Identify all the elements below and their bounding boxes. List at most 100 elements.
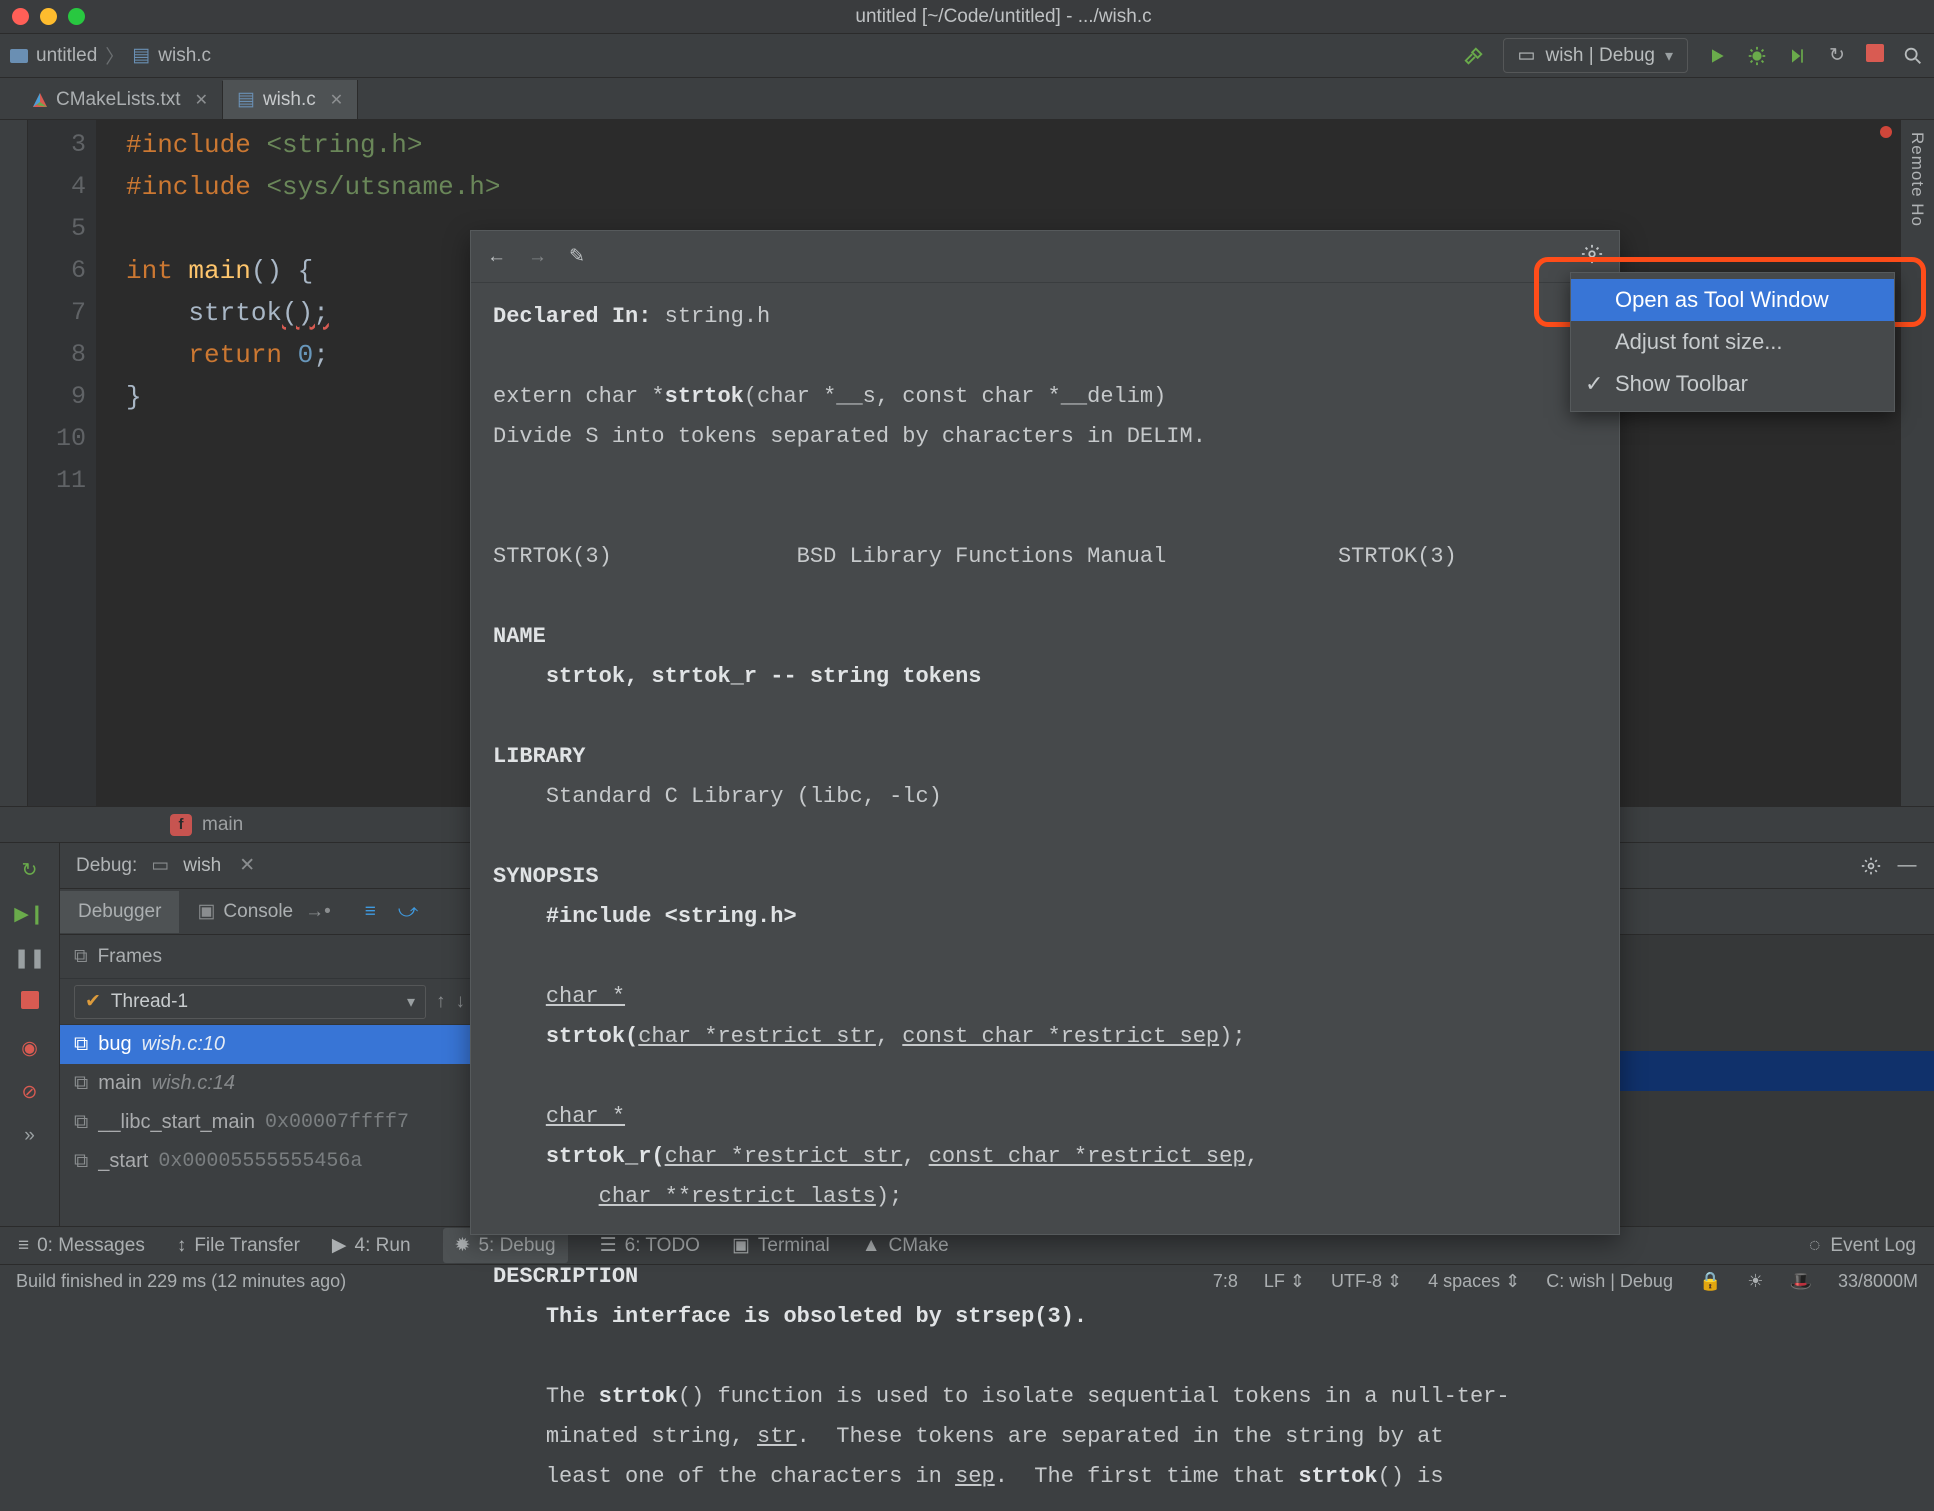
zoom-window-button[interactable] (68, 8, 85, 25)
chevron-down-icon (1665, 45, 1673, 67)
memory-indicator[interactable]: 33/8000M (1838, 1271, 1918, 1292)
chevron-right-icon: 〉 (105, 42, 124, 69)
folder-icon (10, 49, 28, 63)
more-icon[interactable]: » (19, 1125, 41, 1147)
cmake-icon (32, 92, 48, 108)
close-window-button[interactable] (12, 8, 29, 25)
gear-icon[interactable] (1581, 243, 1603, 271)
thread-label: Thread-1 (111, 991, 188, 1013)
profile-icon[interactable]: ↻ (1826, 45, 1848, 67)
documentation-popup: ← → ✎ Declared In: string.h extern char … (470, 230, 1620, 1235)
function-badge-icon: f (170, 814, 192, 836)
frame-row[interactable]: ⧉ bug wish.c:10 (60, 1025, 479, 1064)
hat-icon[interactable]: 🎩 (1790, 1271, 1812, 1292)
right-sidebar: Remote Ho (1900, 120, 1934, 806)
stop-icon[interactable] (1866, 44, 1884, 68)
resume-icon[interactable]: ▶❙ (19, 903, 41, 925)
tab-console[interactable]: ▣Console→• (179, 890, 348, 933)
debug-actions-strip: ↻ ▶❙ ❚❚ ◉ ⊘ » (0, 843, 60, 1226)
step-over-icon[interactable]: ⤻ (398, 901, 418, 923)
mute-breakpoints-icon[interactable]: ⊘ (19, 1081, 41, 1103)
lock-icon[interactable]: 🔒 (1699, 1271, 1721, 1292)
frames-header: ⧉ Frames (60, 935, 479, 979)
frame-icon: ⧉ (74, 1111, 88, 1134)
tab-wishc[interactable]: ▤ wish.c (223, 80, 358, 119)
run-config-label: wish | Debug (1545, 45, 1655, 67)
breadcrumb-function[interactable]: main (202, 814, 243, 836)
run-config-select[interactable]: ▭ wish | Debug (1503, 38, 1688, 73)
run-icon[interactable] (1706, 45, 1728, 67)
rerun-icon[interactable]: ↻ (19, 859, 41, 881)
debug-icon[interactable] (1746, 45, 1768, 67)
frames-icon: ⧉ (74, 946, 88, 968)
pause-icon[interactable]: ❚❚ (19, 947, 41, 969)
check-icon: ✔ (85, 990, 101, 1013)
menu-show-toolbar[interactable]: ✓Show Toolbar (1571, 363, 1894, 405)
frames-label: Frames (98, 946, 162, 968)
tab-debugger[interactable]: Debugger (60, 891, 179, 933)
close-icon[interactable] (195, 90, 208, 110)
window-title: untitled [~/Code/untitled] - .../wish.c (85, 6, 1922, 28)
doc-toolbar: ← → ✎ (471, 231, 1619, 283)
edit-icon[interactable]: ✎ (569, 245, 585, 268)
build-icon[interactable] (1463, 45, 1485, 67)
navigation-bar: untitled 〉 ▤ wish.c ▭ wish | Debug ↻ (0, 34, 1934, 78)
transfer-icon: ↕ (177, 1235, 187, 1257)
frame-row[interactable]: ⧉ main wish.c:14 (60, 1064, 479, 1103)
doc-settings-menu: Open as Tool Window Adjust font size... … (1570, 272, 1895, 412)
frames-panel: ⧉ Frames ✔ Thread-1 ↑ ↓ ⧉ b (60, 935, 480, 1226)
frame-row[interactable]: ⧉ __libc_start_main 0x00007ffff7 (60, 1103, 479, 1142)
play-icon: ▶ (332, 1234, 347, 1257)
left-gutter (0, 120, 28, 806)
titlebar: untitled [~/Code/untitled] - .../wish.c (0, 0, 1934, 34)
list-icon: ≡ (18, 1235, 29, 1257)
editor-tabs: CMakeLists.txt ▤ wish.c (0, 78, 1934, 120)
console-icon: ▣ (197, 900, 215, 923)
hide-icon[interactable]: — (1896, 855, 1918, 877)
breadcrumb-project[interactable]: untitled (36, 45, 97, 67)
target-icon: ▭ (1518, 44, 1536, 67)
tool-event-log[interactable]: Event Log (1830, 1235, 1916, 1257)
tab-cmakelists[interactable]: CMakeLists.txt (18, 81, 223, 119)
frame-list: ⧉ bug wish.c:10 ⧉ main wish.c:14 ⧉ __lib… (60, 1025, 479, 1226)
chevron-down-icon (407, 991, 415, 1013)
prev-frame-icon[interactable]: ↑ (436, 991, 446, 1013)
breadcrumb[interactable]: untitled 〉 ▤ wish.c (10, 42, 211, 69)
minimize-window-button[interactable] (40, 8, 57, 25)
remote-host-tool-button[interactable]: Remote Ho (1907, 132, 1927, 227)
coverage-icon[interactable] (1786, 45, 1808, 67)
menu-open-as-tool-window[interactable]: Open as Tool Window (1571, 279, 1894, 321)
doc-content[interactable]: Declared In: string.h extern char *strto… (471, 283, 1619, 1511)
event-log-icon: ◌ (1809, 1235, 1820, 1257)
forward-icon[interactable]: → (528, 246, 547, 268)
bug-icon: ✹ (455, 1234, 471, 1257)
layout-icon[interactable]: ≡ (365, 901, 376, 923)
next-frame-icon[interactable]: ↓ (456, 991, 466, 1013)
breadcrumb-file[interactable]: wish.c (158, 45, 211, 67)
stop-icon[interactable] (21, 991, 39, 1015)
debug-target: wish (183, 855, 221, 877)
menu-adjust-font-size[interactable]: Adjust font size... (1571, 321, 1894, 363)
frame-row[interactable]: ⧉ _start 0x00005555555456a (60, 1142, 479, 1181)
status-message: Build finished in 229 ms (12 minutes ago… (16, 1271, 346, 1292)
search-icon[interactable] (1902, 45, 1924, 67)
close-icon[interactable] (330, 90, 343, 110)
tab-label: wish.c (263, 89, 316, 111)
frame-icon: ⧉ (74, 1150, 88, 1173)
line-numbers: 3 4 5 ▶6 7 8 9 10 11 (28, 120, 96, 806)
check-icon: ✓ (1585, 371, 1603, 397)
c-file-icon: ▤ (132, 44, 150, 67)
thread-selector[interactable]: ✔ Thread-1 ↑ ↓ (60, 979, 479, 1025)
error-stripe-icon[interactable] (1880, 126, 1892, 138)
gear-icon[interactable] (1860, 855, 1882, 877)
tool-run[interactable]: ▶4: Run (332, 1234, 411, 1257)
window-controls (12, 8, 85, 25)
tool-file-transfer[interactable]: ↕File Transfer (177, 1235, 300, 1257)
inspections-icon[interactable]: ☀ (1747, 1271, 1763, 1292)
back-icon[interactable]: ← (487, 246, 506, 268)
frame-icon: ⧉ (74, 1033, 88, 1056)
view-breakpoints-icon[interactable]: ◉ (19, 1037, 41, 1059)
close-icon[interactable] (239, 854, 255, 877)
tool-messages[interactable]: ≡0: Messages (18, 1235, 145, 1257)
tab-label: CMakeLists.txt (56, 89, 181, 111)
